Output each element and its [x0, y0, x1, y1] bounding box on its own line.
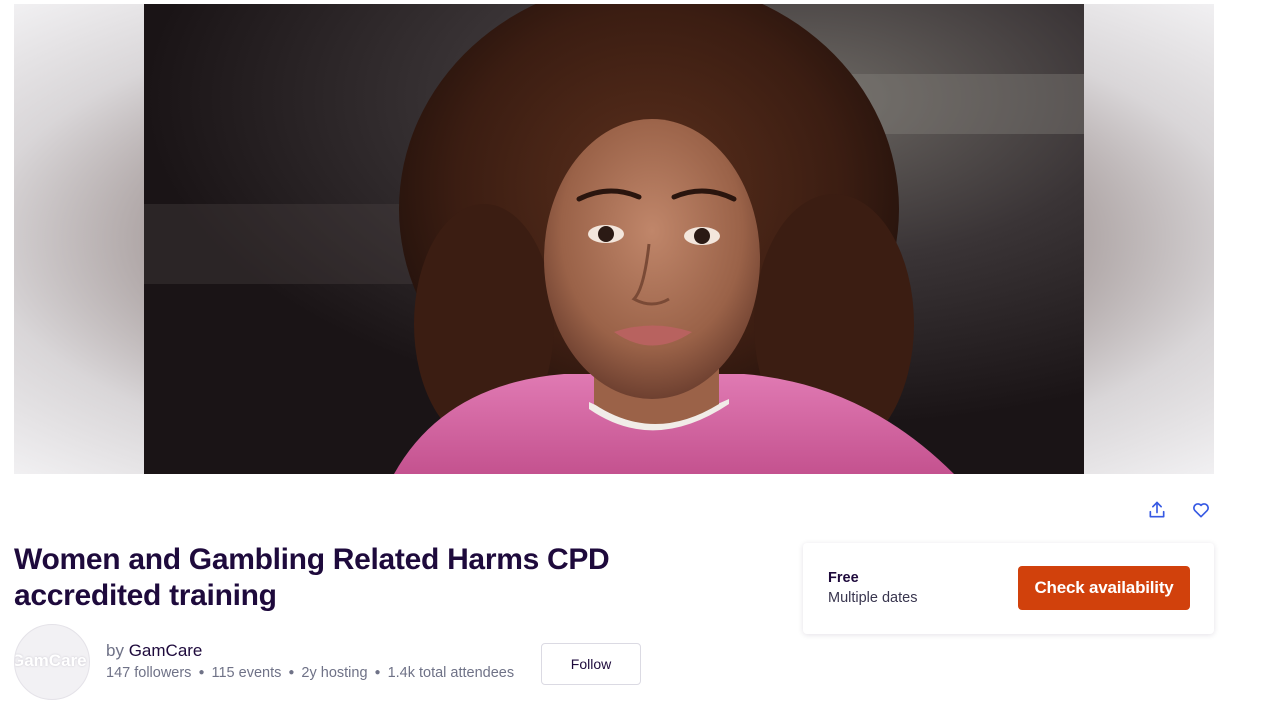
separator-dot: ●	[288, 667, 295, 678]
attendees-count: 1.4k total attendees	[387, 665, 515, 681]
like-button[interactable]	[1190, 497, 1212, 523]
ticket-price: Free	[828, 570, 859, 586]
hero-banner	[14, 4, 1214, 474]
organizer-logo-text: GamCare	[14, 651, 87, 670]
share-button[interactable]	[1146, 497, 1168, 523]
separator-dot: ●	[198, 667, 205, 678]
organizer-line: by GamCare	[106, 640, 514, 662]
organizer-details: by GamCare 147 followers ● 115 events ● …	[106, 640, 514, 684]
hosting-duration: 2y hosting	[301, 665, 368, 681]
ticket-dates: Multiple dates	[828, 590, 918, 606]
organizer-name-link[interactable]: GamCare	[129, 641, 203, 660]
heart-icon	[1193, 503, 1209, 518]
events-count: 115 events	[211, 665, 282, 681]
organizer-stats: 147 followers ● 115 events ● 2y hosting …	[106, 662, 514, 684]
organizer-by-label: by	[106, 641, 124, 660]
ticket-card: Free Multiple dates Check availability	[803, 543, 1214, 634]
hero-photo	[144, 4, 1084, 474]
event-page: Women and Gambling Related Harms CPD acc…	[0, 0, 1278, 710]
check-availability-button[interactable]: Check availability	[1018, 566, 1190, 610]
followers-count: 147 followers	[106, 665, 192, 681]
event-actions	[1146, 497, 1212, 523]
event-title: Women and Gambling Related Harms CPD acc…	[14, 543, 610, 612]
separator-dot: ●	[374, 667, 381, 678]
organizer-info: GamCare by GamCare 147 followers ● 115 e…	[14, 624, 514, 700]
portrait-illustration	[144, 4, 1084, 474]
organizer-avatar[interactable]: GamCare	[14, 624, 90, 700]
share-icon	[1149, 501, 1165, 518]
follow-button[interactable]: Follow	[541, 643, 641, 685]
